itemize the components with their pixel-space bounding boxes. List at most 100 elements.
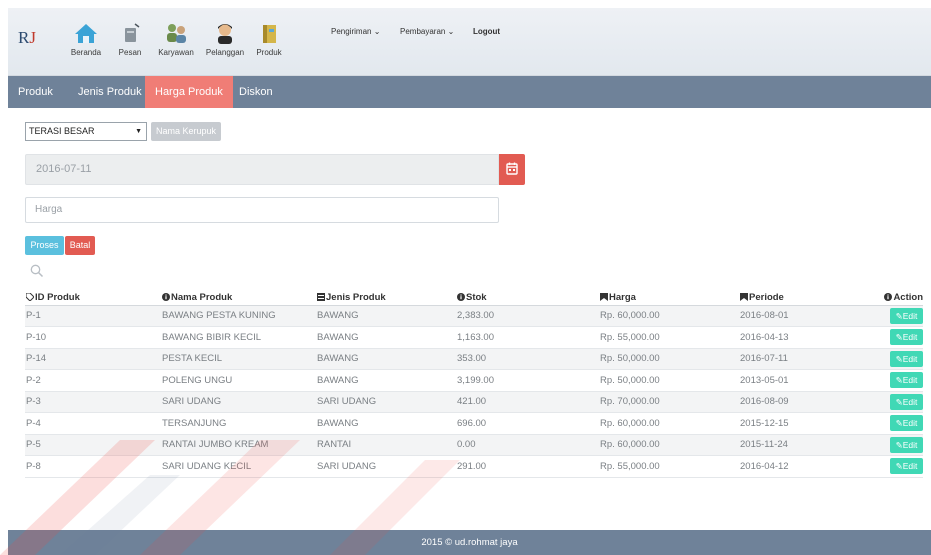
toolbar-label: Beranda: [70, 48, 102, 57]
calendar-button[interactable]: [499, 154, 525, 185]
cell-stok: 696.00: [456, 412, 599, 435]
cell-periode: 2016-04-13: [739, 326, 873, 349]
top-header: RJ Beranda Pesan Karyawan Pelanggan Prod…: [8, 8, 931, 76]
bookmark-icon: [600, 292, 608, 301]
table-row: P-4 TERSANJUNG BAWANG 696.00 Rp. 60,000.00 20…: [25, 412, 923, 435]
cell-stok: 291.00: [456, 455, 599, 478]
cell-stok: 0.00: [456, 434, 599, 456]
cell-jenis: BAWANG: [316, 369, 456, 392]
edit-button[interactable]: ✎Edit: [890, 415, 923, 432]
toolbar-label: Karyawan: [158, 48, 194, 57]
cell-stok: 2,383.00: [456, 305, 599, 327]
cell-stok: 421.00: [456, 391, 599, 413]
edit-button[interactable]: ✎Edit: [890, 372, 923, 389]
cell-harga: Rp. 50,000.00: [599, 369, 739, 392]
toolbar-beranda[interactable]: Beranda: [64, 20, 108, 57]
cell-periode: 2013-05-01: [739, 369, 873, 392]
cell-stok: 3,199.00: [456, 369, 599, 392]
cell-harga: Rp. 60,000.00: [599, 434, 739, 456]
cell-jenis: SARI UDANG: [316, 391, 456, 413]
harga-input[interactable]: Harga: [25, 197, 499, 223]
pencil-icon: ✎: [895, 353, 903, 364]
edit-button[interactable]: ✎Edit: [890, 329, 923, 346]
pencil-icon: ✎: [895, 310, 903, 321]
search-icon[interactable]: [30, 264, 44, 278]
col-periode[interactable]: Periode: [739, 290, 873, 306]
cell-periode: 2016-08-09: [739, 391, 873, 413]
tag-icon: [26, 292, 34, 301]
brand-logo[interactable]: RJ: [18, 28, 36, 48]
cell-stok: 1,163.00: [456, 326, 599, 349]
cell-harga: Rp. 50,000.00: [599, 348, 739, 370]
edit-button[interactable]: ✎Edit: [890, 393, 923, 410]
tab-jenis-produk[interactable]: Jenis Produk: [68, 76, 152, 108]
table-header-row: ID Produk Nama Produk Jenis Produk Stok …: [25, 290, 923, 306]
cell-nama: TERSANJUNG: [161, 412, 316, 435]
cell-jenis: SARI UDANG: [316, 455, 456, 478]
cell-nama: BAWANG BIBIR KECIL: [161, 326, 316, 349]
info-icon: [457, 292, 465, 301]
customer-icon: [218, 24, 232, 44]
info-icon: [884, 292, 893, 301]
table-row: P-10 BAWANG BIBIR KECIL BAWANG 1,163.00 Rp. …: [25, 326, 923, 349]
cell-jenis: BAWANG: [316, 348, 456, 370]
nav-bar: Produk Jenis Produk Harga Produk Diskon: [8, 76, 931, 108]
cell-id: P-4: [25, 412, 161, 435]
table-row: P-1 BAWANG PESTA KUNING BAWANG 2,383.00 Rp. …: [25, 305, 923, 327]
cell-periode: 2016-07-11: [739, 348, 873, 370]
toolbar-label: Produk: [256, 48, 282, 57]
tab-harga-produk[interactable]: Harga Produk: [145, 76, 233, 108]
edit-button[interactable]: ✎Edit: [890, 436, 923, 453]
col-jenis-produk[interactable]: Jenis Produk: [316, 290, 456, 306]
toolbar-pelanggan[interactable]: Pelanggan: [203, 20, 247, 57]
cell-nama: SARI UDANG: [161, 391, 316, 413]
toolbar-pesan[interactable]: Pesan: [108, 20, 152, 57]
cell-harga: Rp. 55,000.00: [599, 326, 739, 349]
pencil-icon: ✎: [895, 396, 903, 407]
table-row: P-3 SARI UDANG SARI UDANG 421.00 Rp. 70,000.…: [25, 391, 923, 413]
col-stok[interactable]: Stok: [456, 290, 599, 306]
cell-periode: 2016-04-12: [739, 455, 873, 478]
cell-harga: Rp. 60,000.00: [599, 412, 739, 435]
nama-kerupuk-button[interactable]: Nama Kerupuk: [151, 122, 221, 141]
cell-id: P-5: [25, 434, 161, 456]
col-id-produk[interactable]: ID Produk: [25, 290, 161, 306]
edit-button[interactable]: ✎Edit: [890, 307, 923, 324]
batal-button[interactable]: Batal: [65, 236, 95, 255]
proses-button[interactable]: Proses: [25, 236, 64, 255]
cell-nama: SARI UDANG KECIL: [161, 455, 316, 478]
calendar-icon: [506, 162, 518, 175]
product-select[interactable]: TERASI BESAR ▼: [25, 122, 147, 141]
logout-link[interactable]: Logout: [473, 27, 500, 36]
cell-jenis: RANTAI: [316, 434, 456, 456]
info-icon: [162, 292, 170, 301]
col-harga[interactable]: Harga: [599, 290, 739, 306]
footer: 2015 © ud.rohmat jaya: [8, 530, 931, 555]
tab-diskon[interactable]: Diskon: [229, 76, 283, 108]
cell-periode: 2015-11-24: [739, 434, 873, 456]
edit-button[interactable]: ✎Edit: [890, 458, 923, 475]
table-row: P-5 RANTAI JUMBO KREAM RANTAI 0.00 Rp. 60,00…: [25, 434, 923, 456]
cell-harga: Rp. 70,000.00: [599, 391, 739, 413]
pencil-icon: ✎: [895, 375, 903, 386]
col-nama-produk[interactable]: Nama Produk: [161, 290, 316, 306]
cell-id: P-14: [25, 348, 161, 370]
cell-nama: BAWANG PESTA KUNING: [161, 305, 316, 327]
cell-id: P-10: [25, 326, 161, 349]
brand-j: J: [29, 28, 36, 47]
toolbar-produk[interactable]: Produk: [247, 20, 291, 57]
tab-produk[interactable]: Produk: [8, 76, 63, 108]
cell-id: P-3: [25, 391, 161, 413]
menu-pengiriman[interactable]: Pengiriman ⌄: [331, 27, 380, 36]
edit-button[interactable]: ✎Edit: [890, 350, 923, 367]
date-input[interactable]: 2016-07-11: [25, 154, 499, 185]
home-icon: [75, 24, 97, 43]
menu-pembayaran[interactable]: Pembayaran ⌄: [400, 27, 454, 36]
toolbar-label: Pesan: [118, 48, 142, 57]
select-value: TERASI BESAR: [29, 126, 95, 136]
cell-jenis: BAWANG: [316, 326, 456, 349]
cell-periode: 2016-08-01: [739, 305, 873, 327]
pencil-icon: ✎: [895, 332, 903, 343]
cell-stok: 353.00: [456, 348, 599, 370]
toolbar-karyawan[interactable]: Karyawan: [154, 20, 198, 57]
